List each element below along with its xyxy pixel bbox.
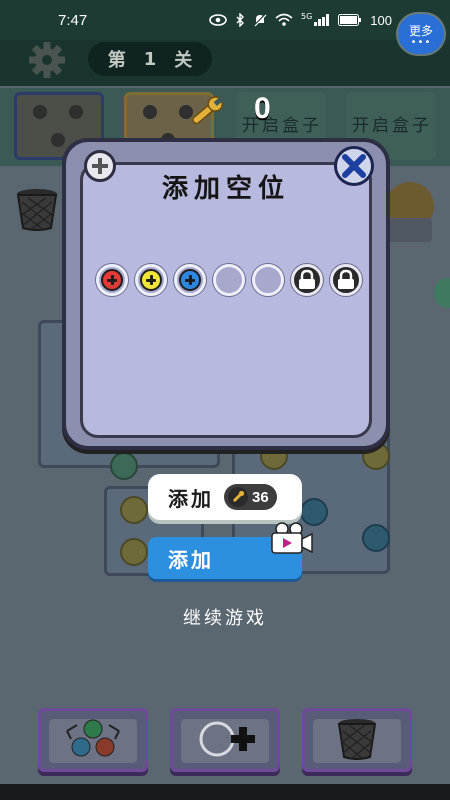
- empty-slot: [252, 264, 284, 296]
- trash-bin-icon[interactable]: [14, 186, 60, 232]
- status-icons: 5G 100: [209, 11, 432, 28]
- signal-icon: [314, 14, 330, 26]
- filled-slot: [174, 264, 206, 296]
- more-label: 更多: [408, 23, 433, 38]
- add-with-wrench-button[interactable]: 添加 36: [148, 474, 302, 520]
- box-hole: [69, 105, 83, 119]
- settings-gear-icon[interactable]: [22, 40, 72, 80]
- screw-blue-icon: [179, 269, 201, 291]
- level-suffix: 关: [174, 50, 193, 71]
- system-nav-bar: [0, 784, 450, 800]
- shuffle-tool-button[interactable]: [38, 708, 148, 772]
- add-slot-dialog: 添加空位: [62, 138, 390, 450]
- add-wrench-label: 添加: [168, 486, 214, 511]
- status-time: 7:47: [58, 11, 88, 29]
- bluetooth-icon: [236, 13, 244, 27]
- battery-level: 100: [370, 12, 392, 28]
- level-number: 1: [143, 48, 157, 70]
- network-type: 5G: [301, 11, 313, 21]
- background-screw: [120, 538, 148, 566]
- more-button[interactable]: 更多 •••: [398, 14, 444, 54]
- filled-slot: [96, 264, 128, 296]
- wrench-icon: [228, 487, 248, 507]
- battery-icon: [338, 14, 362, 26]
- box-hole: [33, 105, 47, 119]
- level-prefix: 第: [107, 50, 126, 71]
- locked-slot: [291, 264, 323, 296]
- screw-yellow-icon: [140, 269, 162, 291]
- swap-colors-icon: [66, 719, 120, 757]
- slot-row: [96, 264, 362, 296]
- wifi-icon: [275, 13, 293, 26]
- more-dots: •••: [410, 36, 432, 48]
- wrench-icon: [192, 96, 224, 125]
- empty-slot: [213, 264, 245, 296]
- eye-icon: [209, 14, 227, 26]
- screw-red-icon: [101, 269, 123, 291]
- lock-icon: [299, 269, 315, 289]
- trash-basket-icon: [337, 719, 377, 760]
- mute-icon: [253, 13, 267, 27]
- wrench-cost: 36: [252, 488, 269, 506]
- background-screw: [362, 524, 390, 552]
- game-screen: 7:47 5G 100 更多 ••• 第 1 关 开启盒子 开启盒子 0 添加空…: [0, 0, 450, 800]
- background-screw: [120, 496, 148, 524]
- add-slot-tool-button[interactable]: [170, 708, 280, 772]
- trash-tool-button[interactable]: [302, 708, 412, 772]
- add-hole-icon: [199, 721, 255, 757]
- wrench-cost-badge: 36: [224, 484, 277, 510]
- video-ad-icon: [271, 522, 313, 554]
- side-tab[interactable]: [434, 278, 450, 308]
- status-bar: 7:47 5G 100: [0, 0, 450, 40]
- locked-slot: [330, 264, 362, 296]
- lock-icon: [338, 269, 354, 289]
- background-screw: [110, 452, 138, 480]
- box-hole: [51, 133, 65, 147]
- add-video-label: 添加: [168, 547, 214, 572]
- dialog-title: 添加空位: [161, 174, 290, 204]
- level-indicator: 第 1 关: [88, 42, 212, 76]
- removed-screws-counter: 0: [254, 92, 271, 125]
- continue-game-button[interactable]: 继续游戏: [0, 604, 450, 630]
- filled-slot: [135, 264, 167, 296]
- box-hole: [143, 105, 157, 119]
- bonus-counter: [384, 218, 432, 242]
